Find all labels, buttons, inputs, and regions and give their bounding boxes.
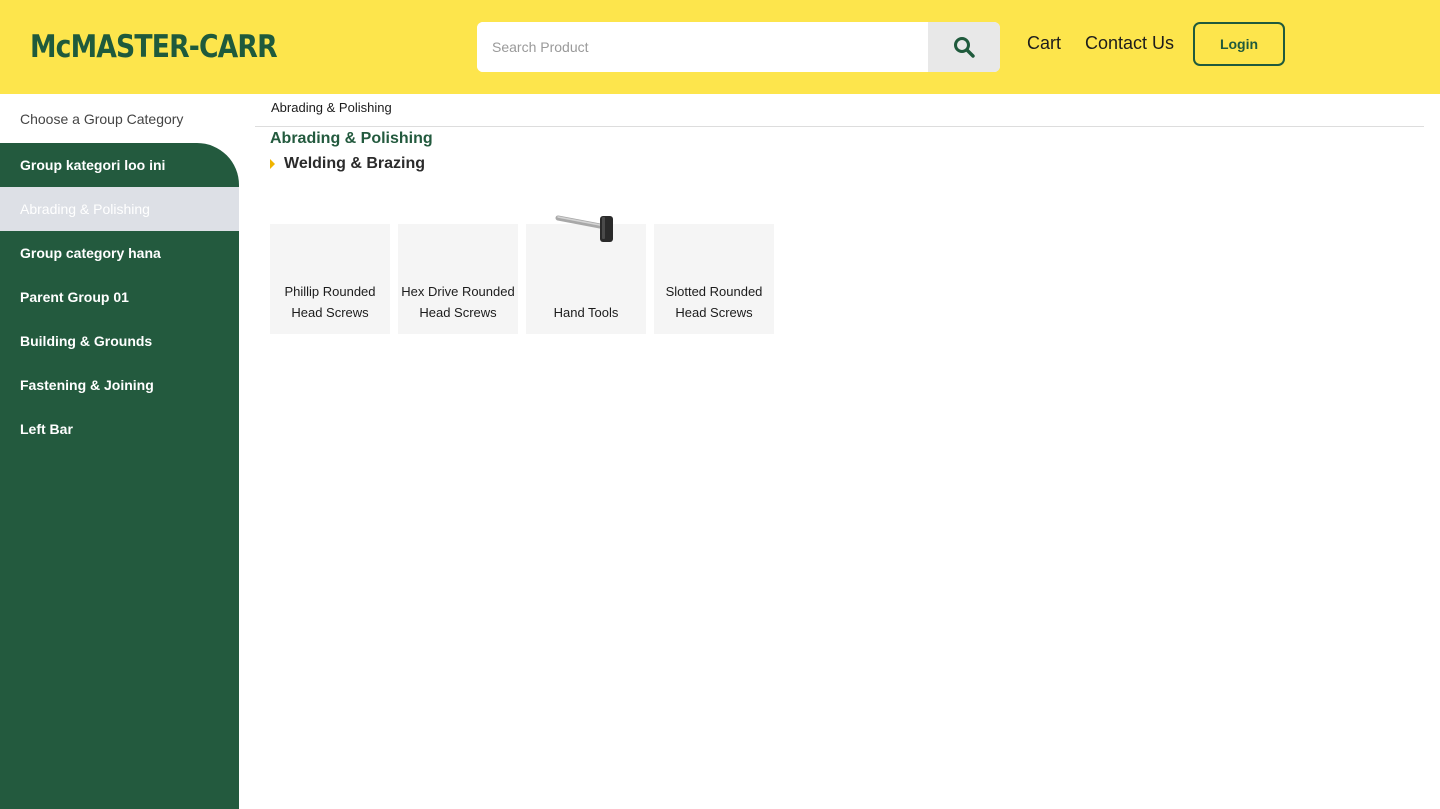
product-label: Phillip Rounded Head Screws bbox=[270, 281, 390, 323]
product-card-hex-drive-screws[interactable]: Hex Drive Rounded Head Screws bbox=[398, 224, 518, 334]
top-header: McMASTER-CARR Cart Contact Us Login bbox=[0, 0, 1440, 94]
contact-us-link[interactable]: Contact Us bbox=[1085, 33, 1174, 54]
sidebar-item-fastening-joining[interactable]: Fastening & Joining bbox=[0, 363, 239, 407]
product-label: Hex Drive Rounded Head Screws bbox=[398, 281, 518, 323]
sidebar-title: Choose a Group Category bbox=[0, 94, 239, 143]
logo-text: McMASTER-CARR bbox=[30, 29, 278, 65]
sidebar-item-parent-group[interactable]: Parent Group 01 bbox=[0, 275, 239, 319]
subcategory-link[interactable]: Welding & Brazing bbox=[270, 155, 425, 173]
product-label-line: Head Screws bbox=[675, 305, 753, 320]
subcategory-label: Welding & Brazing bbox=[284, 155, 426, 172]
product-card-phillip-screws[interactable]: Phillip Rounded Head Screws bbox=[270, 224, 390, 334]
sidebar-item-group-kategori[interactable]: Group kategori loo ini bbox=[0, 143, 239, 187]
product-label-line: Hand Tools bbox=[553, 305, 619, 320]
product-label-line: Head Screws bbox=[419, 305, 497, 320]
product-card-hand-tools[interactable]: Hand Tools bbox=[526, 215, 646, 334]
cart-link[interactable]: Cart bbox=[1027, 33, 1061, 54]
product-label: Hand Tools bbox=[526, 302, 646, 323]
product-label: Slotted Rounded Head Screws bbox=[654, 281, 774, 323]
product-label-line: Head Screws bbox=[291, 305, 369, 320]
breadcrumb-divider bbox=[255, 126, 1424, 127]
product-grid: Phillip Rounded Head Screws Hex Drive Ro… bbox=[270, 215, 774, 334]
search-bar bbox=[477, 22, 1000, 72]
breadcrumb[interactable]: Abrading & Polishing bbox=[271, 100, 392, 115]
product-label-line: Slotted Rounded bbox=[665, 284, 763, 299]
login-button[interactable]: Login bbox=[1193, 22, 1285, 66]
mcmaster-carr-logo[interactable]: McMASTER-CARR bbox=[30, 27, 278, 67]
category-title: Abrading & Polishing bbox=[270, 130, 433, 147]
sidebar-item-group-category-hana[interactable]: Group category hana bbox=[0, 231, 239, 275]
sidebar-item-left-bar[interactable]: Left Bar bbox=[0, 407, 239, 451]
caret-right-icon bbox=[270, 159, 275, 169]
search-input[interactable] bbox=[477, 22, 928, 72]
product-label-line: Hex Drive Rounded bbox=[401, 284, 515, 299]
sidebar-item-abrading-polishing[interactable]: Abrading & Polishing bbox=[0, 187, 239, 231]
search-button[interactable] bbox=[928, 22, 1000, 72]
product-label-line: Phillip Rounded bbox=[284, 284, 376, 299]
sidebar-item-building-grounds[interactable]: Building & Grounds bbox=[0, 319, 239, 363]
category-sidebar: Choose a Group Category Group kategori l… bbox=[0, 94, 239, 809]
hammer-icon bbox=[555, 215, 613, 242]
product-card-slotted-screws[interactable]: Slotted Rounded Head Screws bbox=[654, 224, 774, 334]
search-icon bbox=[954, 37, 975, 58]
